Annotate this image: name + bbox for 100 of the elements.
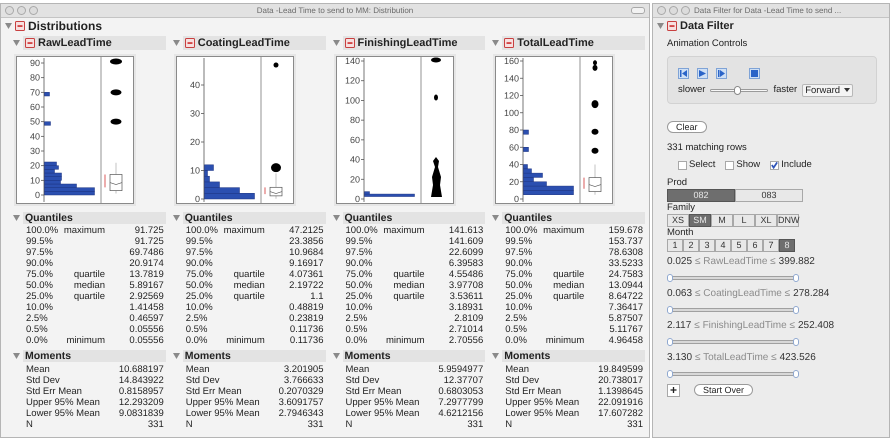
axis-label: 20: [509, 176, 520, 187]
axis-label: 80: [509, 125, 520, 135]
disclosure-triangle-icon[interactable]: [332, 40, 340, 46]
filter-toggle-button[interactable]: M: [711, 214, 733, 226]
quantile-value: 78.6308: [608, 247, 643, 258]
minus-icon[interactable]: [25, 38, 35, 48]
section-title: Data Filter: [680, 20, 734, 32]
slider-thumb[interactable]: [734, 86, 741, 95]
moment-value: 22.091916: [598, 397, 643, 408]
start-over-button[interactable]: Start Over: [694, 384, 754, 396]
quantile-value: 0.11736: [288, 335, 324, 346]
play-button[interactable]: [697, 68, 708, 79]
percentile-cell-text: 2.5%: [346, 313, 368, 324]
filter-toggle-button[interactable]: XS: [667, 214, 689, 226]
axis-label: 70: [30, 87, 40, 98]
disclosure-triangle-icon[interactable]: [13, 215, 20, 221]
disclosure-triangle-icon[interactable]: [13, 40, 20, 46]
disclosure-triangle-icon[interactable]: [13, 353, 20, 359]
window-controls-icon[interactable]: [657, 6, 691, 15]
disclosure-triangle-icon[interactable]: [657, 23, 664, 29]
filter-toggle-button[interactable]: 4: [715, 238, 731, 252]
direction-dropdown[interactable]: Forward: [802, 84, 854, 97]
slider-handle[interactable]: [667, 338, 673, 346]
checkbox[interactable]: [678, 160, 687, 170]
axis-label: 50: [30, 116, 40, 127]
filter-toggle-button[interactable]: 8: [779, 238, 795, 252]
slider-handle[interactable]: [667, 370, 673, 378]
percentile-cell-text: 25.0%: [346, 291, 374, 302]
filter-toggle-button[interactable]: L: [733, 214, 755, 226]
window-controls-icon[interactable]: [5, 6, 39, 15]
checkbox[interactable]: [770, 160, 780, 170]
window-title: Data Filter for Data -Lead Time to send ...: [694, 6, 842, 16]
panel-title: CoatingLeadTime: [198, 36, 290, 50]
slower-label: slower: [678, 83, 706, 97]
step-back-button[interactable]: [678, 68, 689, 79]
disclosure-triangle-icon[interactable]: [172, 353, 180, 359]
moment-label: Mean: [26, 364, 50, 375]
filter-toggle-button[interactable]: 083: [735, 188, 803, 202]
axis-label: 60: [349, 134, 360, 145]
toolbar-button[interactable]: [631, 7, 645, 14]
filter-toggle-button[interactable]: DNW: [777, 214, 799, 226]
quantile-value: 1.1: [309, 291, 324, 302]
axis-label: 60: [509, 142, 520, 152]
speed-slider[interactable]: [710, 88, 768, 92]
histogram-drawing: [364, 191, 414, 197]
quantile-label: maximum: [542, 225, 584, 236]
range-low-value: 2.117: [667, 320, 692, 332]
percentile-cell: 100.0%: [186, 225, 218, 236]
quantile-value: 69.7486: [128, 247, 164, 258]
stop-button[interactable]: [749, 68, 760, 79]
step-back-icon: [680, 70, 687, 77]
disclosure-triangle-icon[interactable]: [172, 40, 180, 46]
percentile-cell-text: 99.5%: [26, 236, 54, 247]
disclosure-triangle-icon[interactable]: [492, 215, 500, 221]
percentile-cell-text: 0.5%: [505, 324, 528, 335]
moment-value: 3.6091757: [278, 397, 324, 408]
disclosure-triangle-icon[interactable]: [492, 40, 500, 46]
axis-label: 0: [194, 194, 200, 203]
filter-toggle-button[interactable]: XL: [755, 214, 777, 226]
quantile-value: 5.87507: [608, 313, 643, 324]
filter-toggle-button[interactable]: 082: [667, 188, 735, 202]
filter-toggle-button[interactable]: 2: [683, 238, 699, 252]
quantile-value: 3.97708: [448, 280, 484, 291]
minus-icon[interactable]: [184, 38, 195, 48]
slider-handle[interactable]: [793, 338, 799, 346]
quantile-label: quartile: [232, 269, 265, 280]
disclosure-triangle-icon[interactable]: [172, 215, 180, 221]
disclosure-triangle-icon[interactable]: [332, 353, 340, 359]
filter-toggle-button[interactable]: SM: [689, 214, 711, 226]
axis-label: 100: [344, 95, 360, 106]
filter-toggle-button[interactable]: 1: [667, 238, 683, 252]
filter-toggle-button[interactable]: 3: [699, 238, 715, 252]
step-forward-button[interactable]: [716, 68, 727, 79]
disclosure-triangle-icon[interactable]: [492, 353, 500, 359]
slider-handle[interactable]: [793, 306, 799, 314]
quantile-value: 47.2125: [288, 225, 324, 236]
slider-handle[interactable]: [667, 306, 673, 314]
disclosure-triangle-icon[interactable]: [5, 23, 12, 29]
percentile-cell-text: 97.5%: [26, 247, 54, 258]
minus-icon[interactable]: [504, 38, 514, 48]
minus-icon[interactable]: [15, 21, 25, 31]
filter-toggle-button[interactable]: 7: [763, 238, 779, 252]
slider-handle[interactable]: [793, 370, 799, 378]
axis-label: 20: [349, 174, 360, 184]
checkbox[interactable]: [725, 160, 734, 170]
slider-handle[interactable]: [793, 274, 799, 282]
clear-button[interactable]: Clear: [667, 121, 707, 134]
add-button[interactable]: +: [667, 384, 680, 396]
quantile-label: quartile: [72, 291, 105, 302]
range-column-name: ≤ FinishingLeadTime ≤: [694, 320, 795, 332]
filter-toggle-button[interactable]: 5: [731, 238, 747, 252]
slider-handle[interactable]: [667, 274, 673, 282]
axis-label: 10: [30, 175, 40, 186]
disclosure-triangle-icon[interactable]: [332, 215, 340, 221]
minus-icon[interactable]: [667, 21, 677, 31]
filter-toggle-button[interactable]: 6: [747, 238, 763, 252]
minus-icon[interactable]: [344, 38, 354, 48]
percentile-cell-text: 2.5%: [26, 313, 49, 324]
moment-value: 331: [627, 419, 643, 430]
quantile-label: maximum: [62, 225, 105, 236]
